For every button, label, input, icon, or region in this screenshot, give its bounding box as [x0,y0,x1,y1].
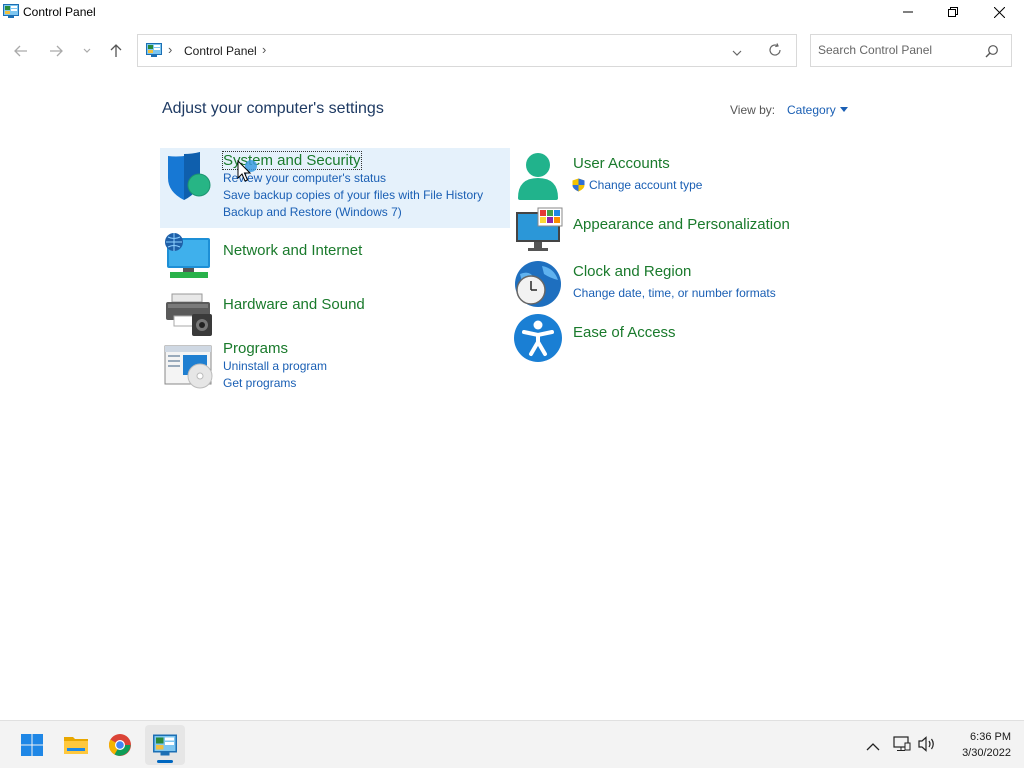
search-input[interactable] [818,43,978,57]
window-title: Control Panel [23,5,96,19]
clock-globe-icon[interactable] [514,260,566,312]
search-icon[interactable] [985,44,999,63]
taskbar: 6:36 PM 3/30/2022 [0,720,1024,768]
shield-icon[interactable] [164,152,216,204]
category-appearance-and-personalization: Appearance and Personalization [514,206,834,254]
mouse-cursor-icon [237,160,257,182]
category-hardware-and-sound: Hardware and Sound [164,288,464,336]
chevron-down-icon [732,50,742,56]
programs-link[interactable]: Programs [223,340,288,357]
chevron-down-icon [83,48,91,53]
search-box[interactable] [810,34,1012,67]
minimize-button[interactable] [885,0,931,24]
network-status-button[interactable] [893,736,911,757]
control-panel-icon [153,734,177,756]
network-icon[interactable] [164,232,216,284]
arrow-right-icon [50,45,63,57]
uninstall-program-link[interactable]: Uninstall a program [223,359,327,373]
chevron-right-icon[interactable]: › [262,42,266,57]
address-dropdown-button[interactable] [732,44,742,62]
clock-date: 3/30/2022 [962,747,1011,759]
change-date-time-formats-link[interactable]: Change date, time, or number formats [573,286,776,300]
clock-and-region-link[interactable]: Clock and Region [573,263,691,280]
category-clock-and-region: Clock and Region Change date, time, or n… [514,260,834,312]
chrome-icon [109,734,131,756]
file-explorer-icon [64,737,88,754]
taskbar-file-explorer[interactable] [56,725,96,765]
breadcrumb-control-panel[interactable]: Control Panel [184,44,257,58]
ease-of-access-link[interactable]: Ease of Access [573,324,676,341]
restore-button[interactable] [930,0,976,24]
uac-shield-icon [572,178,585,192]
category-system-and-security: System and Security Review your computer… [164,151,504,224]
control-panel-icon [146,43,162,62]
taskbar-control-panel[interactable] [145,725,185,765]
category-programs: Programs Uninstall a program Get program… [164,340,464,396]
restore-icon [948,7,958,17]
refresh-button[interactable] [768,43,782,62]
back-button[interactable] [10,40,32,62]
network-and-internet-link[interactable]: Network and Internet [223,242,362,259]
printer-icon[interactable] [164,288,216,340]
start-button[interactable] [12,725,52,765]
clock-time: 6:36 PM [970,731,1011,743]
ethernet-icon [893,736,911,751]
close-button[interactable] [976,0,1022,24]
file-history-link[interactable]: Save backup copies of your files with Fi… [223,188,483,202]
close-icon [993,6,1005,18]
user-icon[interactable] [514,152,566,204]
forward-button[interactable] [45,40,67,62]
appearance-and-personalization-link[interactable]: Appearance and Personalization [573,216,790,233]
backup-restore-link[interactable]: Backup and Restore (Windows 7) [223,205,402,219]
category-user-accounts: User Accounts Change account type [514,152,814,204]
view-by-value: Category [787,103,836,117]
chevron-up-icon [866,743,880,751]
monitor-palette-icon[interactable] [514,206,566,258]
title-bar: Control Panel [0,0,1024,24]
get-programs-link[interactable]: Get programs [223,376,296,390]
hardware-and-sound-link[interactable]: Hardware and Sound [223,296,365,313]
change-account-type-link[interactable]: Change account type [589,178,702,192]
view-by-dropdown[interactable]: Category [787,103,848,117]
control-panel-icon [3,4,19,23]
chevron-right-icon[interactable]: › [168,42,172,57]
dropdown-arrow-icon [839,107,848,112]
navigation-bar: › Control Panel › [0,34,1024,68]
category-ease-of-access: Ease of Access [514,314,814,366]
recent-locations-button[interactable] [76,40,98,62]
taskbar-chrome[interactable] [100,725,140,765]
show-hidden-icons-button[interactable] [866,738,880,756]
refresh-icon [769,43,781,56]
arrow-left-icon [14,45,27,57]
programs-icon[interactable] [164,340,216,392]
address-bar[interactable]: › Control Panel › [137,34,797,67]
arrow-up-icon [110,44,122,57]
taskbar-clock[interactable]: 6:36 PM 3/30/2022 [945,729,1011,761]
start-icon [21,734,43,756]
minimize-icon [903,11,913,13]
view-by-label: View by: [730,103,776,117]
category-network-and-internet: Network and Internet [164,232,464,280]
speaker-icon [918,736,934,752]
user-accounts-link[interactable]: User Accounts [573,155,670,172]
volume-button[interactable] [918,736,936,757]
up-button[interactable] [105,40,127,62]
accessibility-icon[interactable] [514,314,566,366]
page-title: Adjust your computer's settings [162,100,384,117]
